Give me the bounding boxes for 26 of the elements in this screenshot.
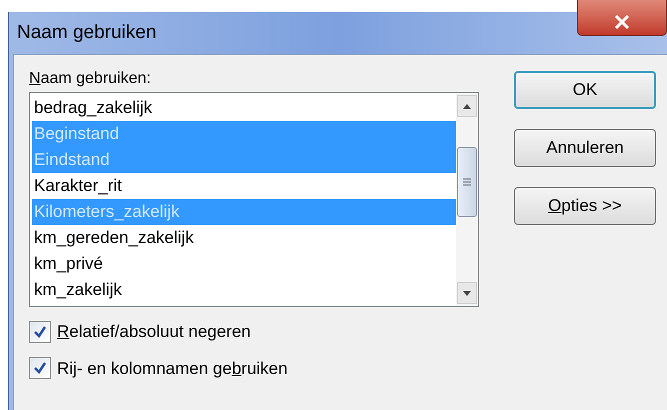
check-icon [33,324,47,339]
checkbox[interactable] [29,320,51,343]
grip-icon [463,178,471,186]
list-item[interactable]: km_gereden_zakelijk [32,225,456,251]
scrollbar[interactable] [456,93,478,306]
scroll-up-button[interactable] [457,95,477,117]
check-icon [33,361,47,376]
close-icon [614,15,630,29]
list-item[interactable]: km_zakelijk [32,277,456,303]
close-button[interactable] [577,0,667,36]
checkbox[interactable] [29,357,51,380]
list-item[interactable]: Karakter_rit [32,173,456,199]
name-list[interactable]: bedrag_zakelijk Beginstand Eindstand Karakter_rit Kilometers_zakelijk km_gereden_zakelijk km_privé km_zakelijk [29,92,479,307]
dialog-button[interactable]: OK [514,71,656,109]
down-arrow-icon [463,290,471,296]
checkbox-label: Relatief/absoluut negeren [57,321,251,343]
dialog-button[interactable]: Opties >> [514,187,656,225]
dialog-button[interactable]: Annuleren [514,129,656,167]
window-title: Naam gebruiken [17,20,156,45]
list-label: Naam gebruiken: [29,69,151,89]
scroll-down-button[interactable] [457,282,477,304]
checkbox-label: Rij- en kolomnamen gebruiken [57,358,288,380]
list-item[interactable]: bedrag_zakelijk [32,95,456,121]
list-item[interactable]: km_privé [32,251,456,277]
up-arrow-icon [463,104,471,108]
scroll-thumb[interactable] [457,147,477,217]
